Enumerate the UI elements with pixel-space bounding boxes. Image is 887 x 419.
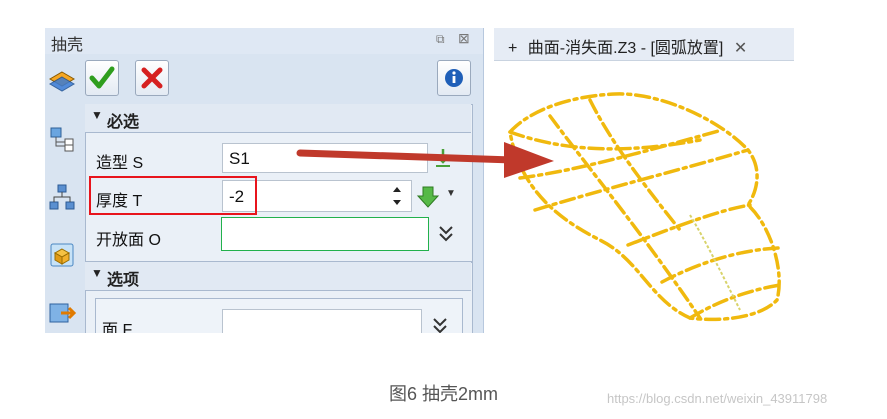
view-cube-icon[interactable] — [47, 240, 77, 270]
info-button[interactable] — [437, 60, 471, 96]
document-tab-title: 曲面-消失面.Z3 - [圆弧放置] — [527, 40, 724, 57]
expand-chevrons-icon[interactable] — [431, 315, 449, 333]
side-icon-strip — [45, 58, 81, 333]
cancel-button[interactable] — [135, 60, 169, 96]
document-tab-label: + 曲面-消失面.Z3 - [圆弧放置] ✕ — [508, 34, 747, 58]
collapse-triangle-icon: ▼ — [91, 266, 103, 280]
spin-stepper-icon[interactable] — [390, 184, 404, 208]
thickness-dropdown-icon[interactable]: ▼ — [446, 188, 456, 199]
surface-wireframe — [508, 92, 782, 322]
feature-layers-icon[interactable] — [47, 66, 77, 96]
panel-close-icon[interactable]: ⊠ — [458, 30, 470, 47]
3d-viewport[interactable] — [486, 62, 796, 337]
hierarchy-icon[interactable] — [47, 182, 77, 212]
x-icon — [141, 67, 163, 89]
document-tab[interactable]: + 曲面-消失面.Z3 - [圆弧放置] ✕ — [494, 28, 794, 61]
shape-value: S1 — [229, 149, 250, 168]
options-section-header[interactable]: ▼ 选项 — [85, 262, 471, 291]
expand-chevrons-icon[interactable] — [437, 223, 455, 245]
check-icon — [89, 66, 115, 89]
open-face-field[interactable] — [221, 217, 429, 251]
pick-thickness-icon[interactable] — [415, 184, 441, 210]
collapse-triangle-icon: ▼ — [91, 108, 103, 122]
export-icon[interactable] — [47, 298, 77, 328]
required-section-header[interactable]: ▼ 必选 — [85, 104, 471, 133]
info-icon — [445, 69, 463, 87]
options-section-title: 选项 — [107, 272, 140, 289]
panel-title: 抽壳 — [51, 37, 84, 54]
watermark-url: https://blog.csdn.net/weixin_43911798 — [607, 391, 828, 406]
assembly-tree-icon[interactable] — [47, 124, 77, 154]
panel-title-bar: 抽壳 ⧉ ⊠ — [45, 28, 483, 54]
face-label: 面 F — [102, 322, 133, 333]
shape-label: 造型 S — [96, 155, 144, 172]
confirm-button[interactable] — [85, 60, 119, 96]
required-section-title: 必选 — [107, 114, 140, 131]
new-tab-plus-icon[interactable]: + — [508, 40, 517, 57]
face-field[interactable] — [222, 309, 422, 333]
panel-restore-icon[interactable]: ⧉ — [436, 32, 445, 47]
thickness-highlight-box — [89, 176, 257, 215]
seam-line — [689, 214, 741, 311]
open-face-label: 开放面 O — [96, 232, 161, 249]
annotation-arrow — [296, 142, 554, 178]
shell-properties-panel: 抽壳 ⧉ ⊠ ▼ 必选 造型 S S1 厚度 T -2 ▼ 开放面 O ▼ 选项… — [45, 28, 484, 333]
tab-close-icon[interactable]: ✕ — [734, 40, 747, 57]
